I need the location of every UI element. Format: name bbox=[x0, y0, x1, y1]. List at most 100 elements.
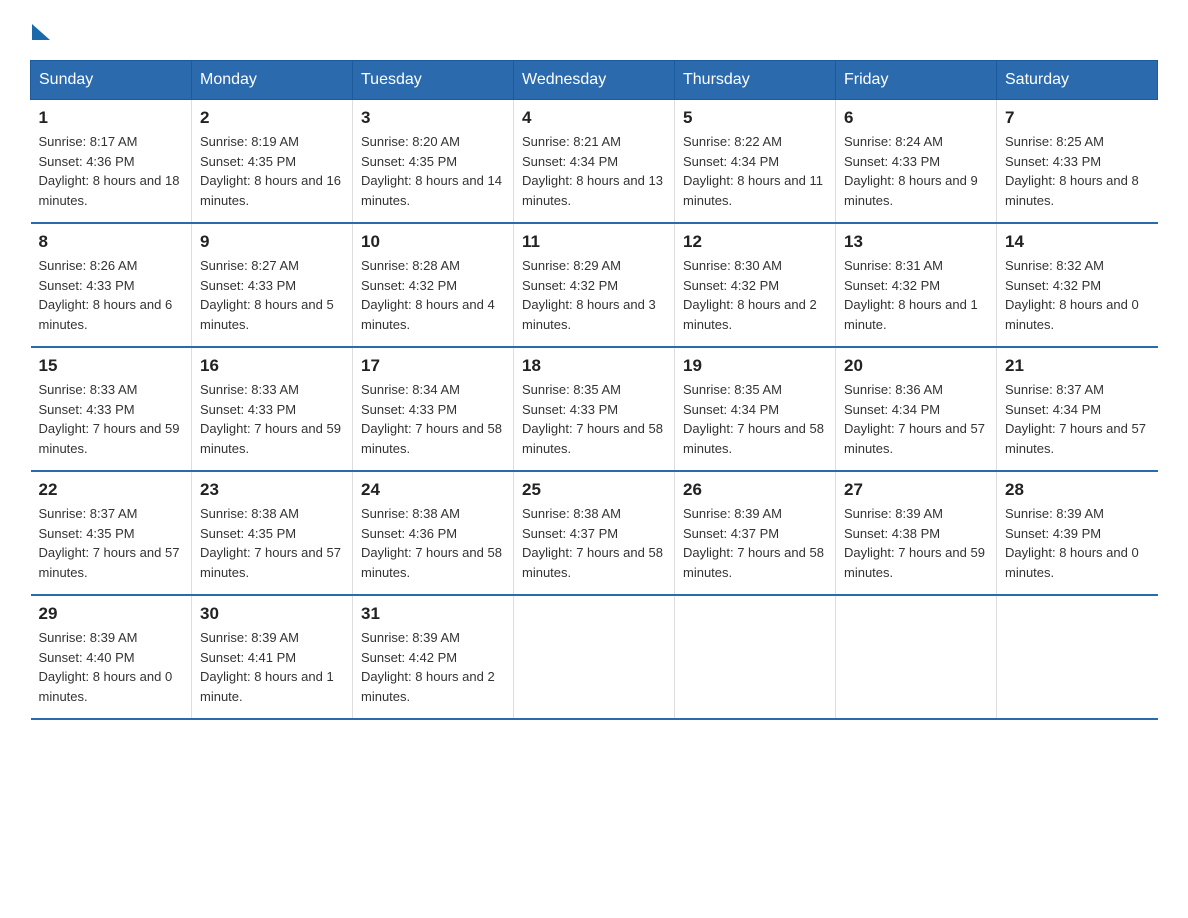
day-number: 24 bbox=[361, 480, 505, 500]
weekday-header-row: SundayMondayTuesdayWednesdayThursdayFrid… bbox=[31, 61, 1158, 100]
calendar-cell: 5 Sunrise: 8:22 AMSunset: 4:34 PMDayligh… bbox=[675, 100, 836, 224]
day-number: 6 bbox=[844, 108, 988, 128]
day-number: 8 bbox=[39, 232, 184, 252]
calendar-cell: 28 Sunrise: 8:39 AMSunset: 4:39 PMDaylig… bbox=[997, 471, 1158, 595]
calendar-week-row: 1 Sunrise: 8:17 AMSunset: 4:36 PMDayligh… bbox=[31, 100, 1158, 224]
day-info: Sunrise: 8:30 AMSunset: 4:32 PMDaylight:… bbox=[683, 258, 817, 332]
calendar-cell bbox=[836, 595, 997, 719]
weekday-header-thursday: Thursday bbox=[675, 61, 836, 100]
day-number: 2 bbox=[200, 108, 344, 128]
day-info: Sunrise: 8:25 AMSunset: 4:33 PMDaylight:… bbox=[1005, 134, 1139, 208]
day-info: Sunrise: 8:39 AMSunset: 4:38 PMDaylight:… bbox=[844, 506, 985, 580]
day-info: Sunrise: 8:33 AMSunset: 4:33 PMDaylight:… bbox=[200, 382, 341, 456]
day-number: 4 bbox=[522, 108, 666, 128]
day-number: 31 bbox=[361, 604, 505, 624]
weekday-header-wednesday: Wednesday bbox=[514, 61, 675, 100]
calendar-cell: 7 Sunrise: 8:25 AMSunset: 4:33 PMDayligh… bbox=[997, 100, 1158, 224]
day-number: 1 bbox=[39, 108, 184, 128]
calendar-cell: 15 Sunrise: 8:33 AMSunset: 4:33 PMDaylig… bbox=[31, 347, 192, 471]
weekday-header-friday: Friday bbox=[836, 61, 997, 100]
day-number: 23 bbox=[200, 480, 344, 500]
day-info: Sunrise: 8:38 AMSunset: 4:36 PMDaylight:… bbox=[361, 506, 502, 580]
calendar-cell: 2 Sunrise: 8:19 AMSunset: 4:35 PMDayligh… bbox=[192, 100, 353, 224]
day-info: Sunrise: 8:19 AMSunset: 4:35 PMDaylight:… bbox=[200, 134, 341, 208]
calendar-header: SundayMondayTuesdayWednesdayThursdayFrid… bbox=[31, 61, 1158, 100]
calendar-cell: 6 Sunrise: 8:24 AMSunset: 4:33 PMDayligh… bbox=[836, 100, 997, 224]
calendar-cell: 22 Sunrise: 8:37 AMSunset: 4:35 PMDaylig… bbox=[31, 471, 192, 595]
calendar-cell: 26 Sunrise: 8:39 AMSunset: 4:37 PMDaylig… bbox=[675, 471, 836, 595]
day-number: 29 bbox=[39, 604, 184, 624]
weekday-header-sunday: Sunday bbox=[31, 61, 192, 100]
calendar-cell: 11 Sunrise: 8:29 AMSunset: 4:32 PMDaylig… bbox=[514, 223, 675, 347]
day-number: 17 bbox=[361, 356, 505, 376]
calendar-cell: 1 Sunrise: 8:17 AMSunset: 4:36 PMDayligh… bbox=[31, 100, 192, 224]
weekday-header-tuesday: Tuesday bbox=[353, 61, 514, 100]
day-info: Sunrise: 8:35 AMSunset: 4:33 PMDaylight:… bbox=[522, 382, 663, 456]
calendar-week-row: 29 Sunrise: 8:39 AMSunset: 4:40 PMDaylig… bbox=[31, 595, 1158, 719]
day-info: Sunrise: 8:36 AMSunset: 4:34 PMDaylight:… bbox=[844, 382, 985, 456]
day-number: 26 bbox=[683, 480, 827, 500]
day-number: 21 bbox=[1005, 356, 1150, 376]
calendar-cell: 4 Sunrise: 8:21 AMSunset: 4:34 PMDayligh… bbox=[514, 100, 675, 224]
calendar-cell: 19 Sunrise: 8:35 AMSunset: 4:34 PMDaylig… bbox=[675, 347, 836, 471]
calendar-cell: 8 Sunrise: 8:26 AMSunset: 4:33 PMDayligh… bbox=[31, 223, 192, 347]
day-number: 27 bbox=[844, 480, 988, 500]
day-info: Sunrise: 8:28 AMSunset: 4:32 PMDaylight:… bbox=[361, 258, 495, 332]
calendar-cell: 21 Sunrise: 8:37 AMSunset: 4:34 PMDaylig… bbox=[997, 347, 1158, 471]
calendar-week-row: 8 Sunrise: 8:26 AMSunset: 4:33 PMDayligh… bbox=[31, 223, 1158, 347]
day-info: Sunrise: 8:38 AMSunset: 4:37 PMDaylight:… bbox=[522, 506, 663, 580]
calendar-cell: 10 Sunrise: 8:28 AMSunset: 4:32 PMDaylig… bbox=[353, 223, 514, 347]
logo bbox=[30, 20, 50, 40]
day-number: 3 bbox=[361, 108, 505, 128]
day-info: Sunrise: 8:26 AMSunset: 4:33 PMDaylight:… bbox=[39, 258, 173, 332]
calendar-week-row: 22 Sunrise: 8:37 AMSunset: 4:35 PMDaylig… bbox=[31, 471, 1158, 595]
day-info: Sunrise: 8:37 AMSunset: 4:34 PMDaylight:… bbox=[1005, 382, 1146, 456]
calendar-cell: 18 Sunrise: 8:35 AMSunset: 4:33 PMDaylig… bbox=[514, 347, 675, 471]
day-info: Sunrise: 8:39 AMSunset: 4:39 PMDaylight:… bbox=[1005, 506, 1139, 580]
day-info: Sunrise: 8:35 AMSunset: 4:34 PMDaylight:… bbox=[683, 382, 824, 456]
day-info: Sunrise: 8:27 AMSunset: 4:33 PMDaylight:… bbox=[200, 258, 334, 332]
day-info: Sunrise: 8:37 AMSunset: 4:35 PMDaylight:… bbox=[39, 506, 180, 580]
day-info: Sunrise: 8:32 AMSunset: 4:32 PMDaylight:… bbox=[1005, 258, 1139, 332]
logo-arrow-icon bbox=[32, 24, 50, 40]
day-number: 22 bbox=[39, 480, 184, 500]
calendar-cell: 14 Sunrise: 8:32 AMSunset: 4:32 PMDaylig… bbox=[997, 223, 1158, 347]
day-info: Sunrise: 8:39 AMSunset: 4:37 PMDaylight:… bbox=[683, 506, 824, 580]
calendar-cell: 9 Sunrise: 8:27 AMSunset: 4:33 PMDayligh… bbox=[192, 223, 353, 347]
calendar-cell: 30 Sunrise: 8:39 AMSunset: 4:41 PMDaylig… bbox=[192, 595, 353, 719]
day-number: 14 bbox=[1005, 232, 1150, 252]
calendar-cell: 20 Sunrise: 8:36 AMSunset: 4:34 PMDaylig… bbox=[836, 347, 997, 471]
calendar-cell: 25 Sunrise: 8:38 AMSunset: 4:37 PMDaylig… bbox=[514, 471, 675, 595]
day-number: 13 bbox=[844, 232, 988, 252]
calendar-cell: 31 Sunrise: 8:39 AMSunset: 4:42 PMDaylig… bbox=[353, 595, 514, 719]
calendar-table: SundayMondayTuesdayWednesdayThursdayFrid… bbox=[30, 60, 1158, 720]
calendar-cell: 17 Sunrise: 8:34 AMSunset: 4:33 PMDaylig… bbox=[353, 347, 514, 471]
calendar-cell: 23 Sunrise: 8:38 AMSunset: 4:35 PMDaylig… bbox=[192, 471, 353, 595]
day-info: Sunrise: 8:21 AMSunset: 4:34 PMDaylight:… bbox=[522, 134, 663, 208]
day-number: 11 bbox=[522, 232, 666, 252]
day-number: 16 bbox=[200, 356, 344, 376]
calendar-cell: 3 Sunrise: 8:20 AMSunset: 4:35 PMDayligh… bbox=[353, 100, 514, 224]
weekday-header-monday: Monday bbox=[192, 61, 353, 100]
day-number: 30 bbox=[200, 604, 344, 624]
calendar-body: 1 Sunrise: 8:17 AMSunset: 4:36 PMDayligh… bbox=[31, 100, 1158, 720]
day-info: Sunrise: 8:39 AMSunset: 4:40 PMDaylight:… bbox=[39, 630, 173, 704]
day-number: 18 bbox=[522, 356, 666, 376]
day-number: 7 bbox=[1005, 108, 1150, 128]
calendar-cell: 27 Sunrise: 8:39 AMSunset: 4:38 PMDaylig… bbox=[836, 471, 997, 595]
day-number: 12 bbox=[683, 232, 827, 252]
calendar-cell bbox=[675, 595, 836, 719]
calendar-cell: 13 Sunrise: 8:31 AMSunset: 4:32 PMDaylig… bbox=[836, 223, 997, 347]
day-number: 15 bbox=[39, 356, 184, 376]
day-info: Sunrise: 8:24 AMSunset: 4:33 PMDaylight:… bbox=[844, 134, 978, 208]
day-number: 28 bbox=[1005, 480, 1150, 500]
day-number: 10 bbox=[361, 232, 505, 252]
day-number: 25 bbox=[522, 480, 666, 500]
calendar-cell bbox=[997, 595, 1158, 719]
day-info: Sunrise: 8:17 AMSunset: 4:36 PMDaylight:… bbox=[39, 134, 180, 208]
day-info: Sunrise: 8:38 AMSunset: 4:35 PMDaylight:… bbox=[200, 506, 341, 580]
day-info: Sunrise: 8:39 AMSunset: 4:41 PMDaylight:… bbox=[200, 630, 334, 704]
calendar-cell: 24 Sunrise: 8:38 AMSunset: 4:36 PMDaylig… bbox=[353, 471, 514, 595]
calendar-cell: 16 Sunrise: 8:33 AMSunset: 4:33 PMDaylig… bbox=[192, 347, 353, 471]
calendar-week-row: 15 Sunrise: 8:33 AMSunset: 4:33 PMDaylig… bbox=[31, 347, 1158, 471]
